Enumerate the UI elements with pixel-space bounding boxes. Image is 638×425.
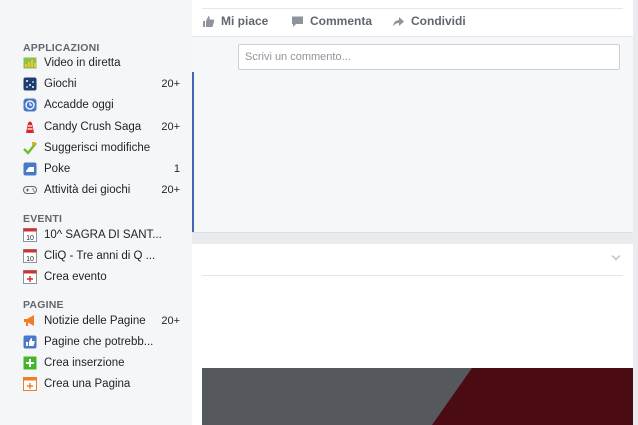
like-button[interactable]: Mi piace xyxy=(202,13,268,29)
notification-count: 1 xyxy=(173,163,180,175)
selection-accent-bar xyxy=(192,72,194,232)
sidebar-item-event-1[interactable]: 10 10^ SAGRA DI SANT... xyxy=(23,225,180,245)
sidebar-item-suggested-pages[interactable]: Pagine che potrebb... xyxy=(23,332,180,352)
sidebar-item-poke[interactable]: Poke 1 xyxy=(23,159,180,179)
sidebar-item-games[interactable]: Giochi 20+ xyxy=(23,74,180,94)
sidebar-item-label: 10^ SAGRA DI SANT... xyxy=(44,229,162,241)
pencil-icon xyxy=(23,141,37,155)
create-event-icon xyxy=(23,270,37,284)
gamepad-icon xyxy=(23,183,37,197)
sidebar-item-games-activity[interactable]: Attività dei giochi 20+ xyxy=(23,180,180,200)
sidebar-item-pages-feed[interactable]: Notizie delle Pagine 20+ xyxy=(23,311,180,331)
sidebar-item-label: Accadde oggi xyxy=(44,99,114,111)
news-feed: Mi piace Commenta Condividi Scrivi un co… xyxy=(192,0,638,425)
comment-input[interactable]: Scrivi un commento... xyxy=(238,44,620,70)
notification-count: 20+ xyxy=(161,78,180,90)
sidebar-item-label: Crea evento xyxy=(44,271,107,283)
share-button[interactable]: Condividi xyxy=(392,13,466,29)
sidebar-item-label: Attività dei giochi xyxy=(44,184,131,196)
share-icon xyxy=(393,16,404,26)
sidebar-item-create-event[interactable]: Crea evento xyxy=(23,267,180,287)
megaphone-icon xyxy=(23,314,37,328)
sidebar-item-label: Giochi xyxy=(44,78,77,90)
sidebar-item-label: Crea una Pagina xyxy=(44,378,131,390)
comment-button[interactable]: Commenta xyxy=(291,13,372,29)
notification-count: 20+ xyxy=(161,121,180,133)
live-video-icon xyxy=(23,56,37,70)
sidebar-item-suggest-edits[interactable]: Suggerisci modifiche xyxy=(23,138,180,158)
sidebar-item-label: Crea inserzione xyxy=(44,357,125,369)
like-page-icon xyxy=(23,335,37,349)
chevron-down-icon[interactable] xyxy=(611,254,621,262)
comment-icon xyxy=(292,16,303,27)
notification-count: 20+ xyxy=(161,315,180,327)
sidebar-item-on-this-day[interactable]: Accadde oggi xyxy=(23,95,180,115)
left-sidebar: APPLICAZIONI Video in diretta Giochi 20+… xyxy=(0,0,192,425)
divider xyxy=(202,275,623,276)
section-title-pages: PAGINE xyxy=(23,299,64,311)
calendar-icon: 10 xyxy=(23,249,37,263)
divider xyxy=(202,8,623,9)
sidebar-item-label: Candy Crush Saga xyxy=(44,121,142,133)
sidebar-item-live-video[interactable]: Video in diretta xyxy=(23,53,180,73)
thumbs-up-icon xyxy=(203,15,215,27)
sidebar-item-label: Notizie delle Pagine xyxy=(44,315,146,327)
sidebar-item-label: Suggerisci modifiche xyxy=(44,142,151,154)
candy-icon xyxy=(23,120,37,134)
on-this-day-icon xyxy=(23,98,37,112)
section-title-events: EVENTI xyxy=(23,213,63,225)
like-label: Mi piace xyxy=(221,14,269,28)
feed-story-card xyxy=(192,244,633,425)
comment-label: Commenta xyxy=(310,14,373,28)
sidebar-item-create-page[interactable]: Crea una Pagina xyxy=(23,374,180,394)
sidebar-item-label: Pagine che potrebb... xyxy=(44,336,154,348)
poke-icon xyxy=(23,162,37,176)
create-page-icon xyxy=(23,377,37,391)
sidebar-item-candy-crush[interactable]: Candy Crush Saga 20+ xyxy=(23,117,180,137)
sidebar-item-label: Poke xyxy=(44,163,71,175)
post-card: Mi piace Commenta Condividi Scrivi un co… xyxy=(192,0,633,233)
story-image[interactable] xyxy=(202,368,633,425)
games-icon xyxy=(23,77,37,91)
svg-text:10: 10 xyxy=(26,235,34,242)
notification-count: 20+ xyxy=(161,184,180,196)
sidebar-item-label: CliQ - Tre anni di Q ... xyxy=(44,250,156,262)
sidebar-item-create-ad[interactable]: Crea inserzione xyxy=(23,353,180,373)
plus-icon xyxy=(23,356,37,370)
sidebar-item-label: Video in diretta xyxy=(44,57,121,69)
sidebar-item-event-2[interactable]: 10 CliQ - Tre anni di Q ... xyxy=(23,246,180,266)
share-label: Condividi xyxy=(411,14,466,28)
comment-placeholder: Scrivi un commento... xyxy=(245,51,351,63)
svg-text:10: 10 xyxy=(26,256,34,263)
calendar-icon: 10 xyxy=(23,228,37,242)
story-image-graphic xyxy=(202,368,633,425)
post-actions-bar: Mi piace Commenta Condividi xyxy=(192,0,633,37)
